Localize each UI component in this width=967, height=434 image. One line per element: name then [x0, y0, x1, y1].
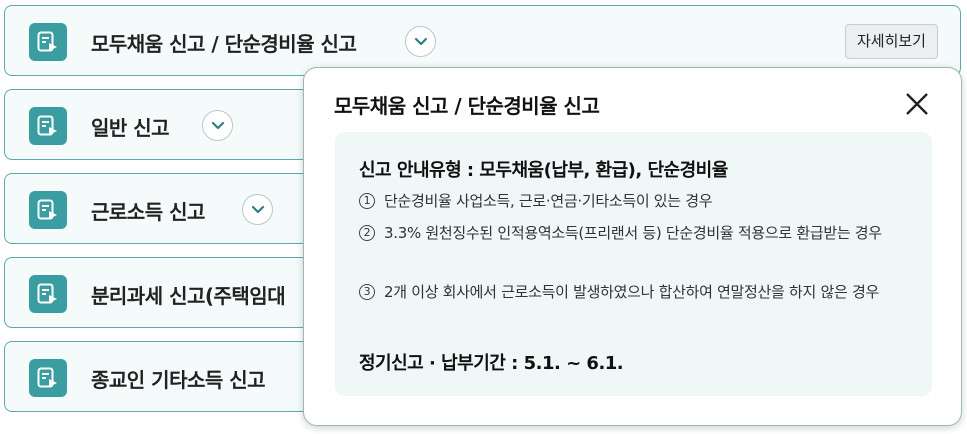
detail-view-button[interactable]: 자세히보기: [844, 24, 938, 59]
menu-item-modu-chaeum[interactable]: 모두채움 신고 / 단순경비율 신고 자세히보기: [4, 5, 961, 76]
report-document-icon: [29, 191, 67, 229]
menu-item-label: 일반 신고: [91, 116, 170, 140]
report-document-icon: [29, 275, 67, 313]
report-document-icon: [29, 359, 67, 397]
filing-period: 정기신고 · 납부기간 : 5.1. ~ 6.1.: [359, 353, 624, 374]
case-item: 3 2개 이상 회사에서 근로소득이 발생하였으나 합산하여 연말정산을 하지 …: [359, 279, 904, 305]
menu-item-label: 분리과세 신고(주택임대: [91, 284, 286, 308]
chevron-down-icon[interactable]: [202, 110, 233, 141]
report-document-icon: [29, 23, 67, 61]
case-text: 3.3% 원천징수된 인적용역소득(프리랜서 등) 단순경비율 적용으로 환급받…: [384, 224, 882, 242]
case-text: 2개 이상 회사에서 근로소득이 발생하였으나 합산하여 연말정산을 하지 않은…: [384, 283, 879, 301]
menu-item-label: 종교인 기타소득 신고: [91, 368, 266, 392]
chevron-down-icon[interactable]: [242, 194, 273, 225]
menu-item-label: 근로소득 신고: [91, 200, 205, 224]
chevron-down-icon[interactable]: [405, 26, 436, 57]
menu-item-label: 모두채움 신고 / 단순경비율 신고: [91, 32, 357, 56]
case-number: 1: [359, 193, 375, 209]
case-text: 단순경비율 사업소득, 근로·연금·기타소득이 있는 경우: [384, 192, 713, 210]
close-icon[interactable]: [903, 90, 931, 118]
case-item: 2 3.3% 원천징수된 인적용역소득(프리랜서 등) 단순경비율 적용으로 환…: [359, 220, 904, 246]
case-number: 3: [359, 284, 375, 300]
case-item: 1 단순경비율 사업소득, 근로·연금·기타소득이 있는 경우: [359, 188, 904, 214]
report-document-icon: [29, 107, 67, 145]
info-popup: 모두채움 신고 / 단순경비율 신고 신고 안내유형 : 모두채움(납부, 환급…: [303, 67, 962, 426]
case-number: 2: [359, 225, 375, 241]
guide-heading: 신고 안내유형 : 모두채움(납부, 환급), 단순경비율: [359, 160, 728, 181]
popup-content: 신고 안내유형 : 모두채움(납부, 환급), 단순경비율 1 단순경비율 사업…: [335, 132, 932, 396]
popup-title: 모두채움 신고 / 단순경비율 신고: [334, 94, 600, 118]
